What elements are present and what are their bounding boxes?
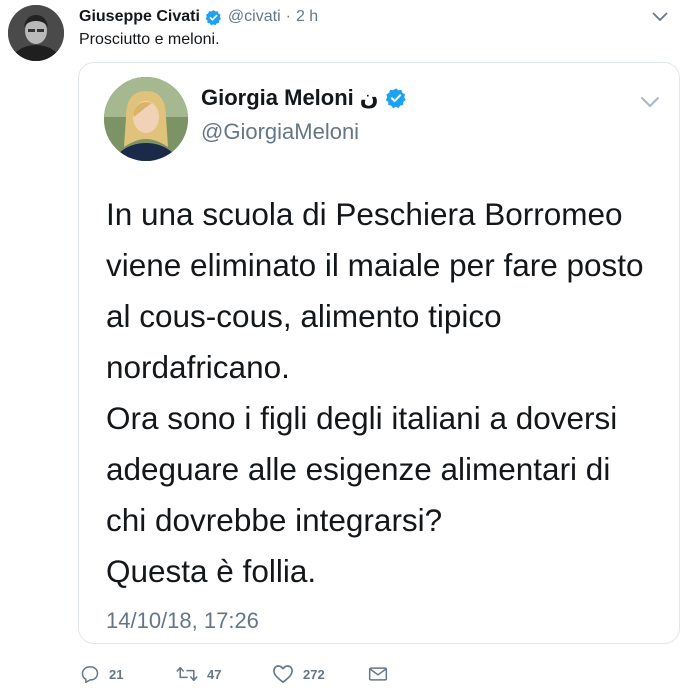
quoted-text-line: chi dovrebbe integrarsi? xyxy=(106,502,443,538)
quoted-text-line: al cous-cous, alimento tipico xyxy=(106,298,502,334)
reply-icon xyxy=(81,666,99,684)
quoted-tweet-text: In una scuola di Peschiera Borromeo vien… xyxy=(106,189,676,597)
quoted-text-line: nordafricano. xyxy=(106,349,290,385)
like-button[interactable]: 272 xyxy=(272,664,368,684)
tweet-time[interactable]: 2 h xyxy=(296,8,318,26)
quoted-text-line: adeguare alle esigenze alimentari di xyxy=(106,451,611,487)
tweet-header: Giuseppe Civati @civati · 2 h xyxy=(79,6,318,28)
quoted-author-handle[interactable]: @GiorgiaMeloni xyxy=(201,119,359,145)
heart-icon xyxy=(273,665,293,683)
quoted-author-name-suffix: ن xyxy=(359,85,379,110)
retweet-icon xyxy=(176,666,198,682)
quoted-text-line: In una scuola di Peschiera Borromeo xyxy=(106,196,623,232)
author-avatar[interactable] xyxy=(8,5,64,61)
quoted-timestamp[interactable]: 14/10/18, 17:26 xyxy=(106,608,259,634)
tweet[interactable]: Giuseppe Civati @civati · 2 h Prosciutto… xyxy=(0,0,686,696)
chevron-down-icon[interactable] xyxy=(640,96,660,108)
quoted-author-name[interactable]: Giorgia Meloni xyxy=(201,85,354,111)
tweet-text: Prosciutto e meloni. xyxy=(79,31,220,48)
reply-button[interactable]: 21 xyxy=(80,664,176,684)
retweet-count: 47 xyxy=(207,666,222,682)
direct-message-button[interactable] xyxy=(368,665,388,683)
quoted-text-line: viene eliminato il maiale per fare posto xyxy=(106,247,644,283)
verified-badge-icon xyxy=(205,9,221,25)
retweet-button[interactable]: 47 xyxy=(176,664,272,684)
separator-dot: · xyxy=(285,8,291,25)
verified-badge-icon xyxy=(385,88,406,109)
tweet-actions: 21 47 272 xyxy=(80,664,388,684)
quoted-text-line: Ora sono i figli degli italiani a dovers… xyxy=(106,400,618,436)
author-handle[interactable]: @civati xyxy=(228,8,281,26)
quoted-header: Giorgia Meloni ن xyxy=(201,85,407,111)
like-count: 272 xyxy=(303,666,325,682)
quoted-tweet-card[interactable]: Giorgia Meloni ن @GiorgiaMeloni In una s… xyxy=(78,62,680,644)
author-name[interactable]: Giuseppe Civati xyxy=(79,8,200,26)
quoted-author-avatar[interactable] xyxy=(104,77,188,161)
quoted-text-line: Questa è follia. xyxy=(106,553,317,589)
reply-count: 21 xyxy=(109,666,124,682)
chevron-down-icon[interactable] xyxy=(652,12,668,22)
envelope-icon xyxy=(368,667,388,681)
